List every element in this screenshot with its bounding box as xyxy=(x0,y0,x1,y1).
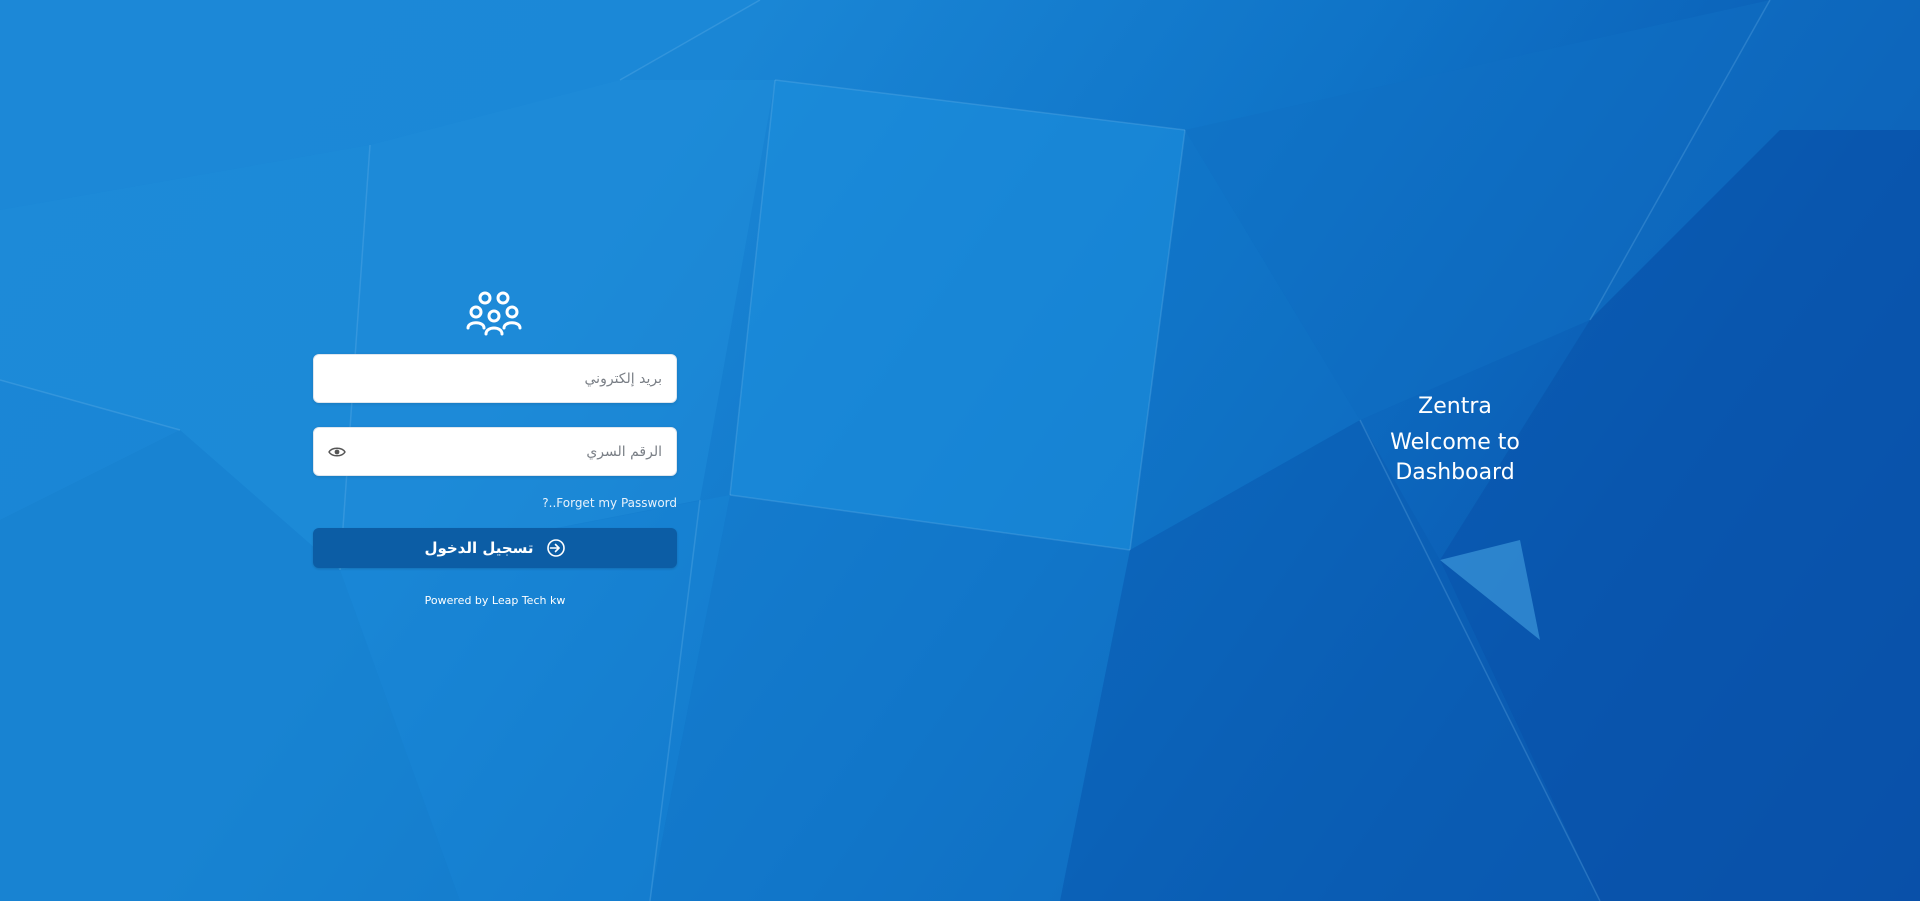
email-field[interactable] xyxy=(314,355,676,402)
eye-icon[interactable] xyxy=(328,446,346,458)
password-field-wrapper xyxy=(313,427,677,476)
sign-in-icon xyxy=(546,539,565,557)
email-field-wrapper xyxy=(313,354,677,403)
users-group-icon xyxy=(466,291,522,336)
background-artwork xyxy=(0,0,1920,901)
login-button-label: تسجيل الدخول xyxy=(424,539,534,557)
welcome-block: Zentra Welcome to Dashboard xyxy=(1335,392,1575,488)
login-button[interactable]: تسجيل الدخول xyxy=(313,528,677,568)
login-page: ?..Forget my Password تسجيل الدخول Power… xyxy=(0,0,1920,901)
welcome-tagline: Welcome to Dashboard xyxy=(1390,430,1520,485)
login-form: ?..Forget my Password تسجيل الدخول Power… xyxy=(313,290,677,607)
forgot-password-link[interactable]: ?..Forget my Password xyxy=(313,496,677,510)
password-field[interactable] xyxy=(314,428,676,475)
powered-by-text: Powered by Leap Tech kw xyxy=(424,594,566,607)
brand-name: Zentra xyxy=(1418,394,1492,419)
